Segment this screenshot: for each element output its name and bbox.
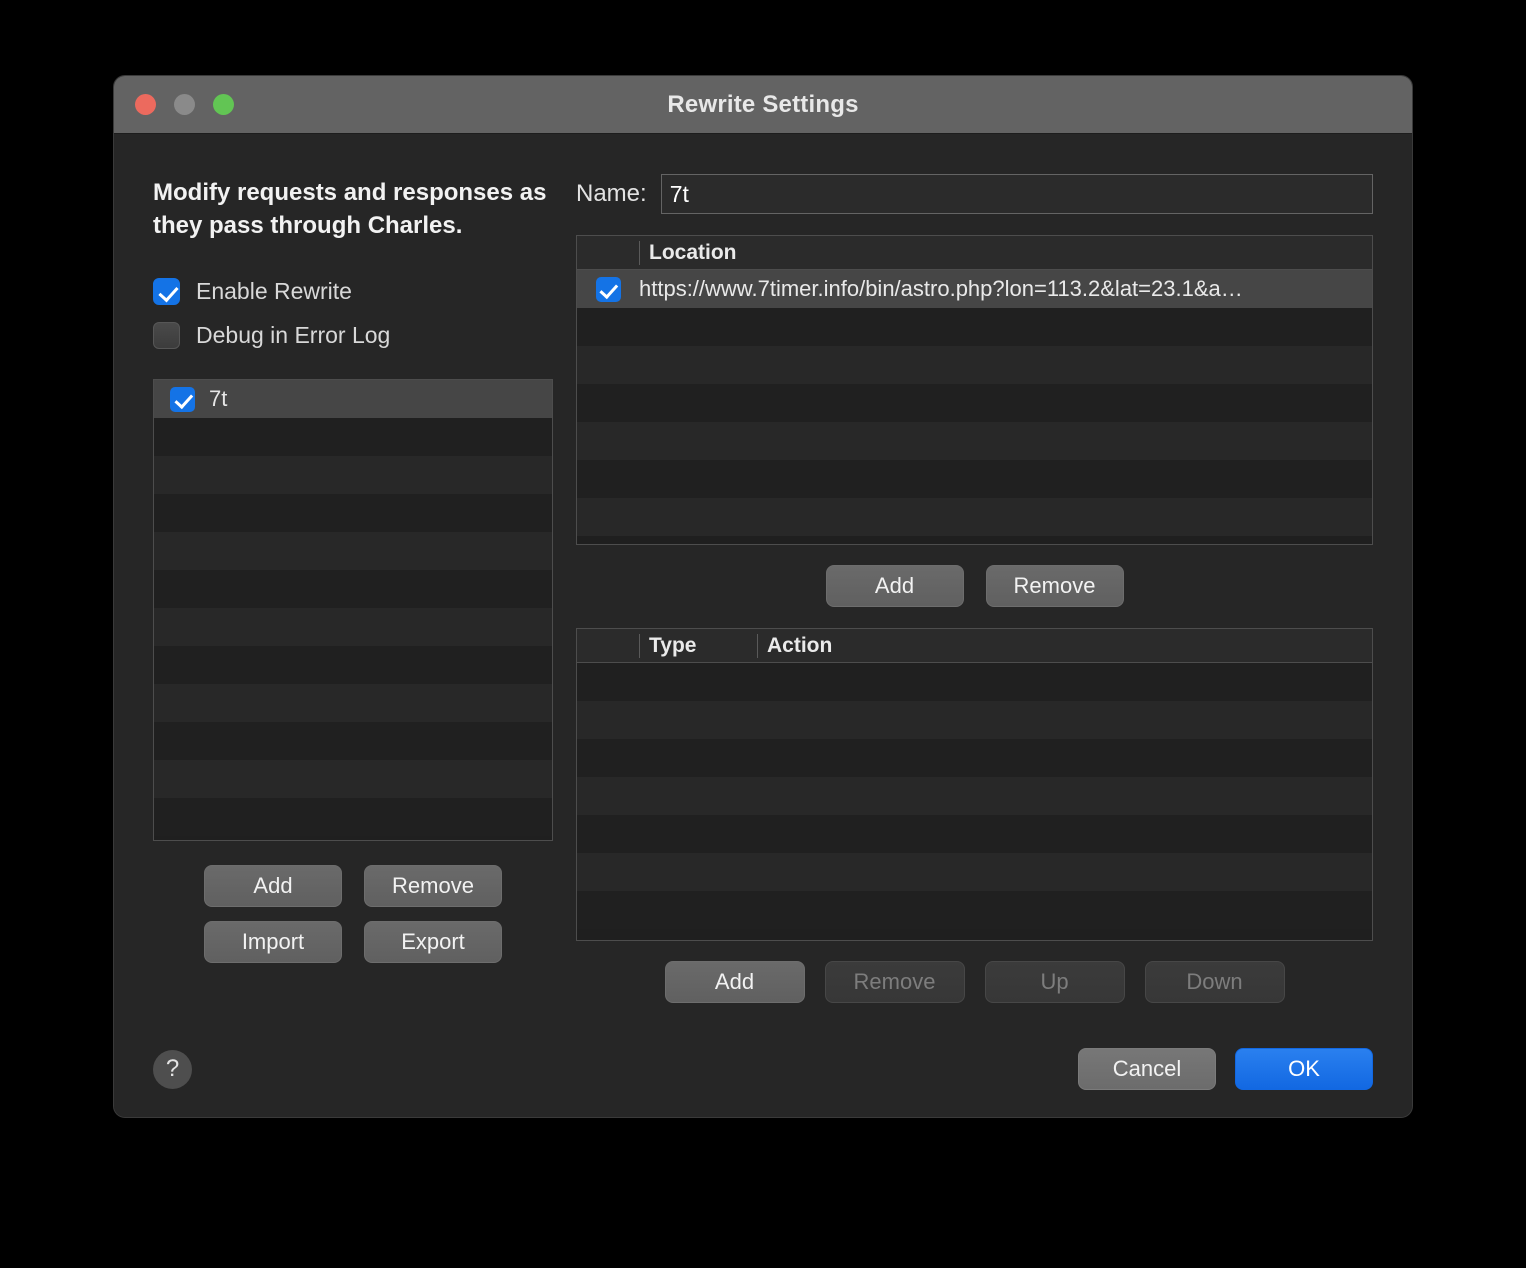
table-row[interactable]: https://www.7timer.info/bin/astro.php?lo…: [577, 270, 1372, 308]
left-pane: Modify requests and responses as they pa…: [114, 134, 554, 1021]
table-empty-row: [577, 777, 1372, 815]
set-actions: Add Remove Import Export: [153, 865, 553, 963]
window-titlebar: Rewrite Settings: [114, 76, 1412, 134]
location-checkbox[interactable]: [595, 276, 621, 302]
enable-rewrite-row[interactable]: Enable Rewrite: [153, 278, 554, 305]
debug-error-log-row[interactable]: Debug in Error Log: [153, 322, 554, 349]
remove-location-button[interactable]: Remove: [985, 565, 1124, 607]
locations-enabled-column-header: [577, 241, 639, 265]
debug-error-log-checkbox[interactable]: [153, 322, 180, 349]
export-button[interactable]: Export: [364, 921, 502, 963]
cancel-button[interactable]: Cancel: [1078, 1048, 1216, 1090]
close-button[interactable]: [135, 94, 156, 115]
enable-rewrite-label: Enable Rewrite: [196, 278, 352, 304]
minimize-button[interactable]: [174, 94, 195, 115]
list-empty-row: [154, 456, 552, 494]
table-empty-row: [577, 739, 1372, 777]
location-enabled-cell[interactable]: [577, 276, 639, 302]
list-empty-row: [154, 798, 552, 836]
rule-actions: Add Remove Up Down: [576, 961, 1373, 1003]
window-body: Modify requests and responses as they pa…: [114, 134, 1412, 1021]
description-text: Modify requests and responses as they pa…: [153, 179, 547, 239]
list-empty-row: [154, 646, 552, 684]
type-column-header: Type: [639, 633, 757, 658]
locations-table-body: https://www.7timer.info/bin/astro.php?lo…: [577, 270, 1372, 544]
table-empty-row: [577, 701, 1372, 739]
table-empty-row: [577, 498, 1372, 536]
screen-root: Rewrite Settings Modify requests and res…: [0, 0, 1526, 1268]
list-empty-row: [154, 418, 552, 456]
table-empty-row: [577, 853, 1372, 891]
locations-table[interactable]: Location https://www.7timer.info/bin/ast…: [576, 235, 1373, 545]
list-empty-row: [154, 570, 552, 608]
list-empty-row: [154, 494, 552, 532]
add-location-button[interactable]: Add: [825, 565, 964, 607]
window-title: Rewrite Settings: [667, 90, 859, 118]
rules-table[interactable]: Type Action: [576, 628, 1373, 941]
right-pane: Name: Location https://www.7t: [554, 134, 1412, 1021]
rules-table-header: Type Action: [577, 629, 1372, 663]
table-empty-row: [577, 460, 1372, 498]
rewrite-set-checkbox[interactable]: [170, 386, 195, 412]
rules-table-body: [577, 663, 1372, 940]
ok-button[interactable]: OK: [1235, 1048, 1373, 1090]
list-empty-row: [154, 722, 552, 760]
table-empty-row: [577, 346, 1372, 384]
help-icon[interactable]: ?: [153, 1049, 192, 1089]
maximize-button[interactable]: [213, 94, 234, 115]
add-set-button[interactable]: Add: [204, 865, 342, 907]
location-value: https://www.7timer.info/bin/astro.php?lo…: [639, 276, 1243, 301]
name-label: Name:: [576, 180, 647, 207]
enable-rewrite-checkbox[interactable]: [153, 278, 180, 305]
rules-enabled-column-header: [577, 634, 639, 658]
window-controls: [135, 94, 234, 115]
location-actions: Add Remove: [576, 565, 1373, 607]
table-empty-row: [577, 422, 1372, 460]
move-rule-up-button: Up: [984, 961, 1125, 1003]
table-empty-row: [577, 815, 1372, 853]
list-item[interactable]: 7t: [154, 380, 552, 418]
location-column-header: Location: [639, 240, 1372, 265]
name-input[interactable]: [660, 174, 1373, 214]
list-empty-row: [154, 760, 552, 798]
locations-table-header: Location: [577, 236, 1372, 270]
list-empty-row: [154, 532, 552, 570]
list-empty-row: [154, 608, 552, 646]
debug-error-log-label: Debug in Error Log: [196, 322, 391, 348]
add-rule-button[interactable]: Add: [664, 961, 805, 1003]
rewrite-set-label: 7t: [209, 386, 228, 411]
table-empty-row: [577, 384, 1372, 422]
rewrite-sets-list[interactable]: 7t: [153, 379, 553, 841]
table-empty-row: [577, 663, 1372, 701]
remove-set-button[interactable]: Remove: [364, 865, 502, 907]
action-column-header: Action: [757, 633, 1372, 658]
dialog-footer: ? Cancel OK: [114, 1021, 1412, 1117]
table-empty-row: [577, 891, 1372, 929]
rewrite-settings-window: Rewrite Settings Modify requests and res…: [113, 75, 1413, 1118]
import-button[interactable]: Import: [204, 921, 342, 963]
table-empty-row: [577, 308, 1372, 346]
move-rule-down-button: Down: [1144, 961, 1285, 1003]
name-row: Name:: [576, 174, 1373, 214]
remove-rule-button: Remove: [824, 961, 965, 1003]
list-empty-row: [154, 684, 552, 722]
footer-buttons: Cancel OK: [1078, 1048, 1373, 1090]
